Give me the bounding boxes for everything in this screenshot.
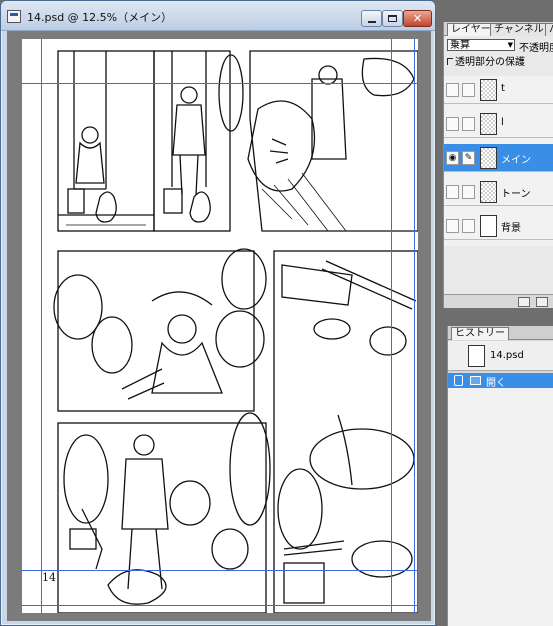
document-titlebar[interactable]: 14.psd @ 12.5%（メイン） ✕ [1, 1, 435, 31]
layer-visibility-toggle[interactable] [446, 83, 459, 97]
snapshot-thumbnail [468, 345, 485, 367]
history-panel[interactable]: ヒストリー 14.psd 開く [447, 326, 553, 626]
tab-channels[interactable]: チャンネル [490, 23, 548, 36]
layer-visibility-toggle[interactable] [446, 185, 459, 199]
history-list [448, 388, 553, 626]
history-snapshot[interactable]: 14.psd [448, 341, 553, 371]
layers-list: t l ◉ ✎ メイントーン背景 [444, 76, 553, 246]
guide-line-vertical [391, 39, 392, 613]
layer-thumbnail [480, 79, 497, 101]
guide-line-vertical [41, 39, 42, 613]
maximize-icon [388, 15, 397, 22]
snapshot-label: 14.psd [490, 350, 524, 361]
speech-bubble-8 [169, 480, 211, 526]
close-button[interactable]: ✕ [403, 10, 432, 27]
speech-bubble-6 [63, 434, 109, 524]
document-window[interactable]: 14.psd @ 12.5%（メイン） ✕ 14 [0, 0, 436, 626]
layer-row[interactable]: ◉ ✎ メイン [444, 144, 553, 172]
speech-bubble-4 [221, 248, 267, 310]
layer-thumbnail [480, 181, 497, 203]
manga-page-canvas[interactable]: 14 [22, 39, 418, 613]
canvas-area[interactable]: 14 [7, 31, 431, 621]
page-number: 14 [42, 571, 56, 584]
minimize-icon [367, 20, 376, 23]
layer-row[interactable]: トーン [444, 178, 553, 206]
speech-bubble-3 [91, 316, 133, 374]
layer-link-toggle[interactable] [462, 185, 475, 199]
layer-options: 乗算 ▼ 不透明度 透明部分の保護 [444, 39, 553, 77]
history-brush-source-icon[interactable] [454, 375, 463, 386]
guide-line-horizontal [22, 83, 418, 84]
blend-mode-value: 乗算 [450, 40, 470, 51]
new-layer-icon[interactable] [518, 297, 530, 307]
lock-transparency-checkbox[interactable] [447, 58, 453, 65]
layer-row[interactable]: t [444, 76, 553, 104]
layer-thumbnail [480, 113, 497, 135]
layer-link-toggle[interactable] [462, 117, 475, 131]
trash-icon[interactable] [536, 297, 548, 307]
history-panel-tabs: ヒストリー [448, 326, 553, 340]
layer-row[interactable]: l [444, 110, 553, 138]
history-state-open[interactable]: 開く [448, 373, 553, 389]
layer-name: メイン [501, 155, 531, 166]
layer-thumbnail [480, 147, 497, 169]
psd-file-icon [7, 10, 21, 23]
layers-panel-footer [444, 294, 553, 308]
chevron-down-icon: ▼ [507, 41, 513, 49]
maximize-button[interactable] [382, 10, 403, 27]
speech-bubble-5 [215, 310, 265, 368]
speech-bubble-9 [211, 528, 249, 570]
guide-line-vertical [414, 39, 415, 613]
layer-visibility-toggle[interactable] [446, 219, 459, 233]
speech-bubble-1 [218, 54, 244, 132]
layer-name: トーン [501, 189, 531, 200]
layer-link-toggle[interactable]: ✎ [462, 151, 475, 165]
close-icon: ✕ [412, 12, 423, 25]
tab-history[interactable]: ヒストリー [451, 327, 509, 340]
blend-mode-select[interactable]: 乗算 ▼ [447, 39, 515, 51]
guide-line-horizontal [22, 605, 418, 606]
layers-panel[interactable]: レイヤー チャンネル パス 乗算 ▼ 不透明度 透明部分の保護 t l ◉ ✎ メイント… [443, 22, 553, 308]
speech-bubble-7 [229, 412, 271, 526]
open-document-icon [470, 376, 481, 385]
tab-paths[interactable]: パス [545, 23, 553, 36]
lock-transparency-option[interactable]: 透明部分の保護 [447, 53, 525, 68]
layer-visibility-toggle[interactable] [446, 117, 459, 131]
tab-layers[interactable]: レイヤー [447, 23, 495, 36]
layer-name: 背景 [501, 223, 521, 234]
lock-transparency-label: 透明部分の保護 [455, 57, 525, 68]
eye-icon: ◉ [448, 153, 457, 163]
layer-name: l [501, 117, 504, 128]
document-title: 14.psd @ 12.5%（メイン） [27, 11, 173, 24]
layer-row[interactable]: 背景 [444, 212, 553, 240]
manga-artwork [53, 50, 418, 613]
layers-panel-tabs: レイヤー チャンネル パス [444, 22, 553, 36]
layer-visibility-toggle[interactable]: ◉ [446, 151, 459, 165]
opacity-label: 不透明度 [519, 43, 553, 54]
layer-link-toggle[interactable] [462, 219, 475, 233]
minimize-button[interactable] [361, 10, 382, 27]
history-state-label: 開く [486, 378, 506, 389]
guide-line-horizontal [22, 570, 418, 571]
layer-name: t [501, 83, 505, 94]
layer-link-toggle[interactable] [462, 83, 475, 97]
layer-thumbnail [480, 215, 497, 237]
brush-icon: ✎ [464, 153, 473, 163]
